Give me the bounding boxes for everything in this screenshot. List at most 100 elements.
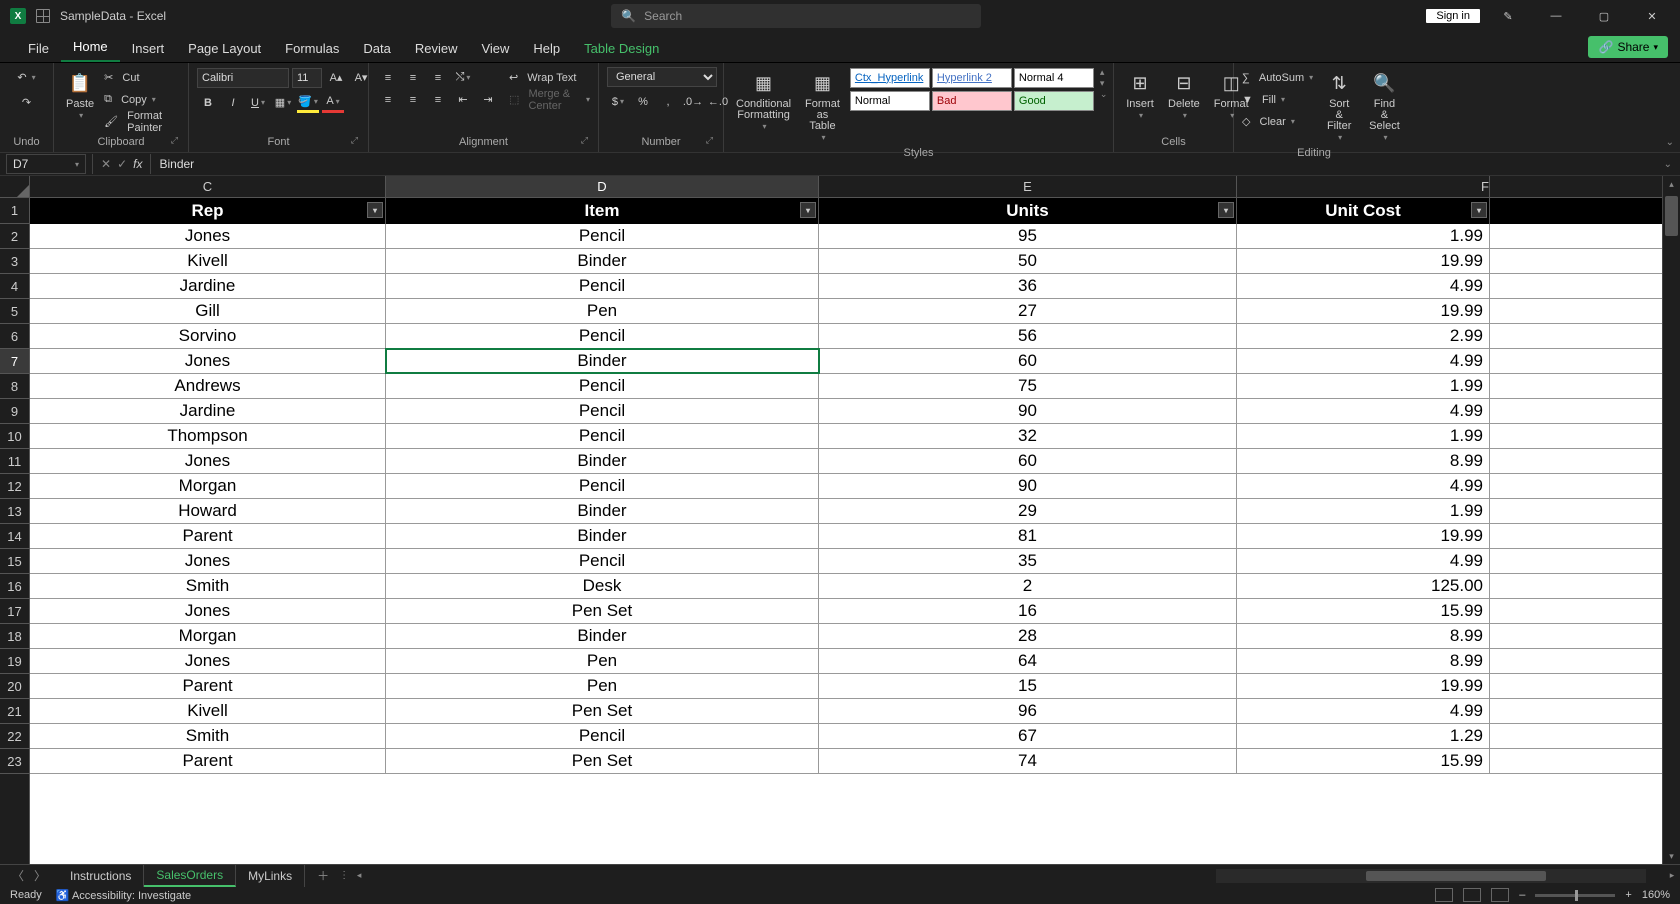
cut-button[interactable]: ✂ Cut <box>104 67 180 88</box>
style-normal[interactable]: Normal <box>850 91 930 111</box>
autosum-button[interactable]: ∑ AutoSum▾ <box>1242 67 1313 88</box>
cell-rep[interactable]: Kivell <box>30 249 386 273</box>
header-item[interactable]: Item▾ <box>386 198 819 224</box>
name-box[interactable]: D7▾ <box>6 154 86 174</box>
fill-color-button[interactable]: 🪣▾ <box>297 93 319 113</box>
horizontal-scrollbar[interactable] <box>1216 869 1646 883</box>
tab-review[interactable]: Review <box>403 35 470 62</box>
cell-item[interactable]: Pencil <box>386 724 819 748</box>
cell-rep[interactable]: Jones <box>30 549 386 573</box>
cell-unitcost[interactable]: 19.99 <box>1237 524 1490 548</box>
cell-item[interactable]: Binder <box>386 624 819 648</box>
cell-item[interactable]: Pencil <box>386 274 819 298</box>
cell-units[interactable]: 2 <box>819 574 1237 598</box>
row-header-3[interactable]: 3 <box>0 249 29 274</box>
underline-button[interactable]: U▾ <box>247 93 269 113</box>
cell-item[interactable]: Binder <box>386 499 819 523</box>
cell-rep[interactable]: Jardine <box>30 274 386 298</box>
currency-button[interactable]: $▾ <box>607 92 629 112</box>
style-hyperlink-2[interactable]: Hyperlink 2 <box>932 68 1012 88</box>
align-right-button[interactable]: ≡ <box>427 90 449 110</box>
bold-button[interactable]: B <box>197 93 219 113</box>
cell-units[interactable]: 28 <box>819 624 1237 648</box>
cell-unitcost[interactable]: 19.99 <box>1237 299 1490 323</box>
cell-units[interactable]: 96 <box>819 699 1237 723</box>
styles-down-button[interactable]: ▾ <box>1100 78 1108 89</box>
cell-rep[interactable]: Jardine <box>30 399 386 423</box>
select-all-button[interactable] <box>0 176 29 198</box>
cell-rep[interactable]: Sorvino <box>30 324 386 348</box>
cell-unitcost[interactable]: 1.99 <box>1237 499 1490 523</box>
cell-unitcost[interactable]: 4.99 <box>1237 274 1490 298</box>
cancel-formula-button[interactable]: ✕ <box>101 157 111 171</box>
row-header-9[interactable]: 9 <box>0 399 29 424</box>
pen-icon[interactable]: ✎ <box>1488 0 1528 32</box>
style-good[interactable]: Good <box>1014 91 1094 111</box>
tab-table-design[interactable]: Table Design <box>572 35 671 62</box>
cell-units[interactable]: 27 <box>819 299 1237 323</box>
cell-rep[interactable]: Jones <box>30 649 386 673</box>
cell-item[interactable]: Binder <box>386 524 819 548</box>
clear-button[interactable]: ◇ Clear▾ <box>1242 111 1313 132</box>
search-box[interactable]: 🔍 Search <box>611 4 981 28</box>
cell-rep[interactable]: Jones <box>30 599 386 623</box>
cell-units[interactable]: 60 <box>819 349 1237 373</box>
orientation-button[interactable]: ⤭▾ <box>452 68 474 88</box>
sheet-tab-mylinks[interactable]: MyLinks <box>236 865 305 887</box>
sheet-tab-salesorders[interactable]: SalesOrders <box>144 865 236 887</box>
cell-units[interactable]: 60 <box>819 449 1237 473</box>
conditional-formatting-button[interactable]: ▦ ConditionalFormatting ▾ <box>732 67 795 134</box>
cell-rep[interactable]: Jones <box>30 224 386 248</box>
zoom-in-button[interactable]: + <box>1625 889 1631 901</box>
style-ctx-hyperlink[interactable]: Ctx_Hyperlink <box>850 68 930 88</box>
tab-file[interactable]: File <box>16 35 61 62</box>
filter-rep-button[interactable]: ▾ <box>367 202 383 218</box>
row-header-19[interactable]: 19 <box>0 649 29 674</box>
cell-unitcost[interactable]: 19.99 <box>1237 249 1490 273</box>
font-launcher[interactable]: ⤢ <box>351 132 358 148</box>
maximize-button[interactable]: ▢ <box>1584 0 1624 32</box>
cell-item[interactable]: Pencil <box>386 224 819 248</box>
cell-item[interactable]: Pen Set <box>386 699 819 723</box>
tab-insert[interactable]: Insert <box>120 35 177 62</box>
increase-indent-button[interactable]: ⇥ <box>477 90 499 110</box>
row-header-2[interactable]: 2 <box>0 224 29 249</box>
zoom-level[interactable]: 160% <box>1642 889 1670 901</box>
hscroll-right-button[interactable]: ▸ <box>1664 870 1680 881</box>
cell-unitcost[interactable]: 8.99 <box>1237 649 1490 673</box>
comma-button[interactable]: , <box>657 92 679 112</box>
clipboard-launcher[interactable]: ⤢ <box>171 132 178 148</box>
style-bad[interactable]: Bad <box>932 91 1012 111</box>
row-header-20[interactable]: 20 <box>0 674 29 699</box>
paste-button[interactable]: 📋 Paste▾ <box>62 67 98 123</box>
cell-unitcost[interactable]: 125.00 <box>1237 574 1490 598</box>
autosave-icon[interactable] <box>36 9 50 23</box>
sort-filter-button[interactable]: ⇅Sort &Filter ▾ <box>1321 67 1357 145</box>
sign-in-button[interactable]: Sign in <box>1426 9 1480 23</box>
cell-unitcost[interactable]: 8.99 <box>1237 449 1490 473</box>
zoom-out-button[interactable]: – <box>1519 889 1525 901</box>
cell-unitcost[interactable]: 4.99 <box>1237 399 1490 423</box>
cell-rep[interactable]: Howard <box>30 499 386 523</box>
cell-rep[interactable]: Jones <box>30 349 386 373</box>
cell-rep[interactable]: Andrews <box>30 374 386 398</box>
row-header-10[interactable]: 10 <box>0 424 29 449</box>
cell-units[interactable]: 16 <box>819 599 1237 623</box>
cell-rep[interactable]: Parent <box>30 674 386 698</box>
format-as-table-button[interactable]: ▦ Format asTable ▾ <box>801 67 844 145</box>
row-header-12[interactable]: 12 <box>0 474 29 499</box>
cell-item[interactable]: Desk <box>386 574 819 598</box>
formula-input[interactable]: Binder <box>151 157 202 171</box>
cell-unitcost[interactable]: 4.99 <box>1237 474 1490 498</box>
hscroll-left-button[interactable]: ◂ <box>351 870 367 881</box>
copy-button[interactable]: ⧉ Copy▾ <box>104 89 180 110</box>
tab-formulas[interactable]: Formulas <box>273 35 351 62</box>
borders-button[interactable]: ▦▾ <box>272 93 294 113</box>
format-painter-button[interactable]: 🖌 Format Painter <box>104 111 180 132</box>
row-header-11[interactable]: 11 <box>0 449 29 474</box>
cell-rep[interactable]: Smith <box>30 574 386 598</box>
insert-cells-button[interactable]: ⊞Insert▾ <box>1122 67 1158 123</box>
cell-rep[interactable]: Gill <box>30 299 386 323</box>
tab-help[interactable]: Help <box>521 35 572 62</box>
col-header-d[interactable]: D <box>386 176 819 197</box>
